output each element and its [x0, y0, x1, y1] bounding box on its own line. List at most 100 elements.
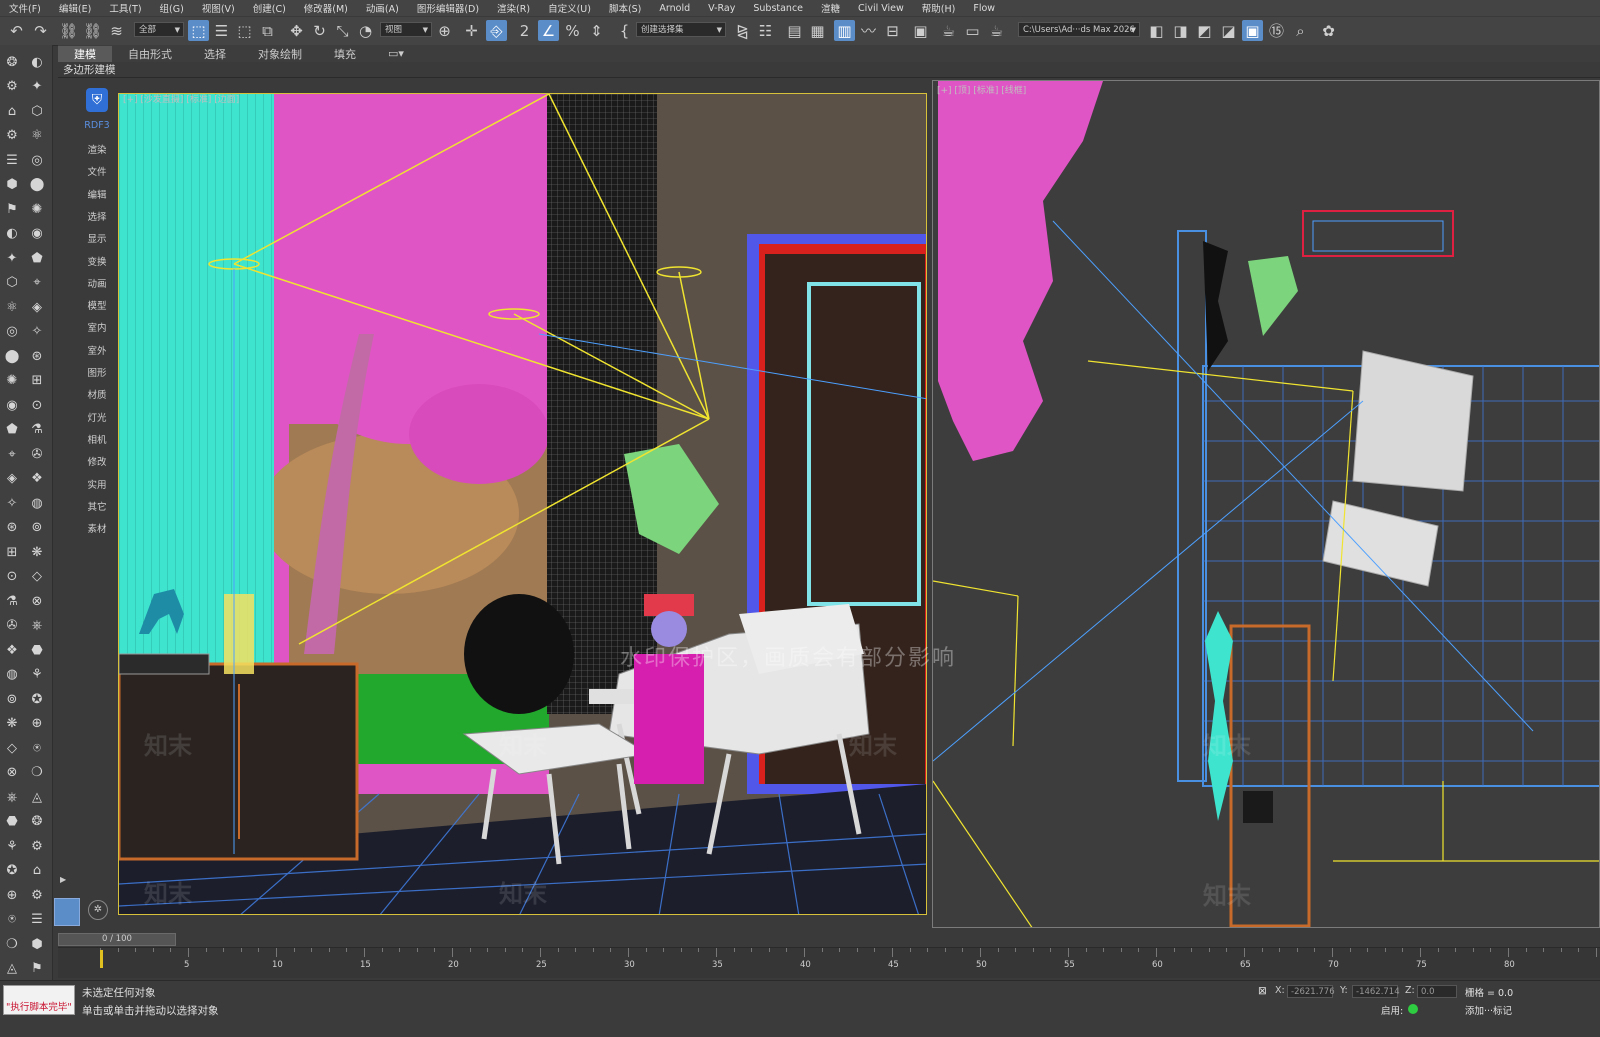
tool-icon[interactable]: ⬡: [28, 102, 46, 120]
category-item[interactable]: 室内: [80, 320, 114, 334]
tool-icon[interactable]: ⚘: [3, 837, 21, 855]
tool-icon[interactable]: ❂: [3, 53, 21, 71]
bind-space-warp-icon[interactable]: ≋: [106, 20, 127, 41]
selection-region-icon[interactable]: ⬚: [234, 20, 255, 41]
tool-icon[interactable]: ⬢: [28, 935, 46, 953]
tool-icon[interactable]: ⚑: [28, 960, 46, 978]
tool-icon[interactable]: ✧: [3, 494, 21, 512]
tool-icon[interactable]: ⬣: [3, 813, 21, 831]
tool-icon[interactable]: ⚑: [3, 200, 21, 218]
tool-icon[interactable]: ❂: [28, 813, 46, 831]
workspace-icon-1[interactable]: ◧: [1146, 20, 1167, 41]
project-path-dropdown[interactable]: C:\Users\Ad···ds Max 2026 ▼: [1018, 22, 1140, 37]
time-slider-thumb[interactable]: 0 / 100: [58, 933, 176, 946]
absolute-mode-icon[interactable]: ⊠: [1258, 985, 1267, 997]
tool-icon[interactable]: ✦: [3, 249, 21, 267]
tool-icon[interactable]: ⊞: [3, 543, 21, 561]
named-selection-dropdown[interactable]: 创建选择集 ▼: [636, 22, 726, 37]
tool-icon[interactable]: ⌖: [28, 274, 46, 292]
ribbon-tab-object-paint[interactable]: 对象绘制: [242, 46, 318, 62]
tool-icon[interactable]: ⬢: [3, 176, 21, 194]
workspace-icon-3[interactable]: ◩: [1194, 20, 1215, 41]
category-item[interactable]: 选择: [80, 209, 114, 223]
tool-icon[interactable]: ◍: [3, 666, 21, 684]
move-icon[interactable]: ✥: [286, 20, 307, 41]
tool-icon[interactable]: ⌂: [28, 862, 46, 880]
tool-icon[interactable]: ❖: [3, 641, 21, 659]
tool-icon[interactable]: ⌂: [3, 102, 21, 120]
tool-icon[interactable]: ⊗: [28, 592, 46, 610]
tool-icon[interactable]: ❋: [3, 715, 21, 733]
menu-item[interactable]: Flow: [964, 3, 1004, 14]
tool-icon[interactable]: ⬤: [28, 176, 46, 194]
menu-item[interactable]: 文件(F): [0, 1, 50, 15]
render-production-icon[interactable]: ☕: [986, 20, 1007, 41]
tool-icon[interactable]: ◍: [28, 494, 46, 512]
tool-icon[interactable]: ⊚: [3, 690, 21, 708]
menu-item[interactable]: 编辑(E): [50, 1, 100, 15]
curve-editor-icon[interactable]: 〰: [858, 20, 879, 41]
category-item[interactable]: 修改: [80, 454, 114, 468]
ribbon-tab-populate[interactable]: 填充: [318, 46, 372, 62]
menu-item[interactable]: 动画(A): [357, 1, 408, 15]
polygon-modeling-label[interactable]: 多边形建模: [63, 64, 116, 76]
menu-item[interactable]: Arnold: [650, 3, 699, 14]
timeline-ruler[interactable]: 5 10 15 20 25 30 35 40 45 50 55 60 65 70 75 80: [58, 947, 1600, 978]
menu-item[interactable]: 渲染(R): [488, 1, 539, 15]
menu-item[interactable]: 自定义(U): [539, 1, 600, 15]
tool-icon[interactable]: ◬: [3, 960, 21, 978]
spinner-snap-icon[interactable]: ⇕: [586, 20, 607, 41]
category-item[interactable]: 变换: [80, 254, 114, 268]
tool-icon[interactable]: ❖: [28, 470, 46, 488]
time-slider-track[interactable]: [58, 933, 1600, 946]
category-item[interactable]: 图形: [80, 365, 114, 379]
percent-snap-icon[interactable]: %: [562, 20, 583, 41]
rotate-icon[interactable]: ↻: [309, 20, 330, 41]
ribbon-tab-modeling[interactable]: 建模: [58, 45, 112, 62]
tool-icon[interactable]: ⬟: [28, 249, 46, 267]
y-coord-field[interactable]: -1462.714: [1352, 985, 1400, 998]
pivot-center-icon[interactable]: ⊕: [434, 20, 455, 41]
tool-icon[interactable]: ⬤: [3, 347, 21, 365]
tool-icon[interactable]: ✪: [28, 690, 46, 708]
tool-icon[interactable]: ⚛: [28, 127, 46, 145]
tool-icon[interactable]: ⊛: [28, 347, 46, 365]
select-by-name-icon[interactable]: ☰: [211, 20, 232, 41]
menu-item[interactable]: 工具(T): [100, 1, 150, 15]
tool-icon[interactable]: ◉: [28, 225, 46, 243]
category-item[interactable]: 动画: [80, 276, 114, 290]
tool-icon[interactable]: ⊙: [3, 568, 21, 586]
tool-icon[interactable]: ❋: [28, 543, 46, 561]
menu-item[interactable]: 渲糖: [812, 1, 849, 15]
tool-icon[interactable]: ⊗: [3, 764, 21, 782]
toggle-ribbon-icon[interactable]: ▦: [807, 20, 828, 41]
tool-icon[interactable]: ☰: [28, 911, 46, 929]
tool-icon[interactable]: ◎: [3, 323, 21, 341]
search-icon[interactable]: ⌕: [1290, 20, 1311, 41]
menu-item[interactable]: 组(G): [151, 1, 193, 15]
menu-item[interactable]: 图形编辑器(D): [408, 1, 488, 15]
tool-icon[interactable]: ⬟: [3, 421, 21, 439]
scene-explorer-icon[interactable]: ▥: [834, 20, 855, 41]
category-item[interactable]: 灯光: [80, 410, 114, 424]
tool-icon[interactable]: ⎈: [3, 788, 21, 806]
plugin-logo-icon[interactable]: ⛨: [86, 88, 108, 112]
category-item[interactable]: 编辑: [80, 187, 114, 201]
category-item[interactable]: 相机: [80, 432, 114, 446]
tool-icon[interactable]: ⍟: [3, 911, 21, 929]
menu-item[interactable]: 视图(V): [193, 1, 244, 15]
category-item[interactable]: 实用: [80, 477, 114, 491]
plugin-icon[interactable]: ✿: [1318, 20, 1339, 41]
menu-item[interactable]: Substance: [744, 3, 812, 14]
scale-icon[interactable]: ⤡: [332, 20, 353, 41]
z-coord-field[interactable]: 0.0: [1417, 985, 1457, 998]
tool-icon[interactable]: ⬣: [28, 641, 46, 659]
top-viewport-label[interactable]: [+] [顶] [标准] [线框]: [937, 83, 1026, 96]
tool-icon[interactable]: ✺: [28, 200, 46, 218]
tool-icon[interactable]: ⚙: [3, 78, 21, 96]
top-viewport[interactable]: [+] [顶] [标准] [线框] 知末 知末: [932, 80, 1600, 928]
ribbon-tab-selection[interactable]: 选择: [188, 46, 242, 62]
tool-icon[interactable]: ⊕: [28, 715, 46, 733]
tool-icon[interactable]: ⊕: [3, 886, 21, 904]
tool-icon[interactable]: ◉: [3, 396, 21, 414]
